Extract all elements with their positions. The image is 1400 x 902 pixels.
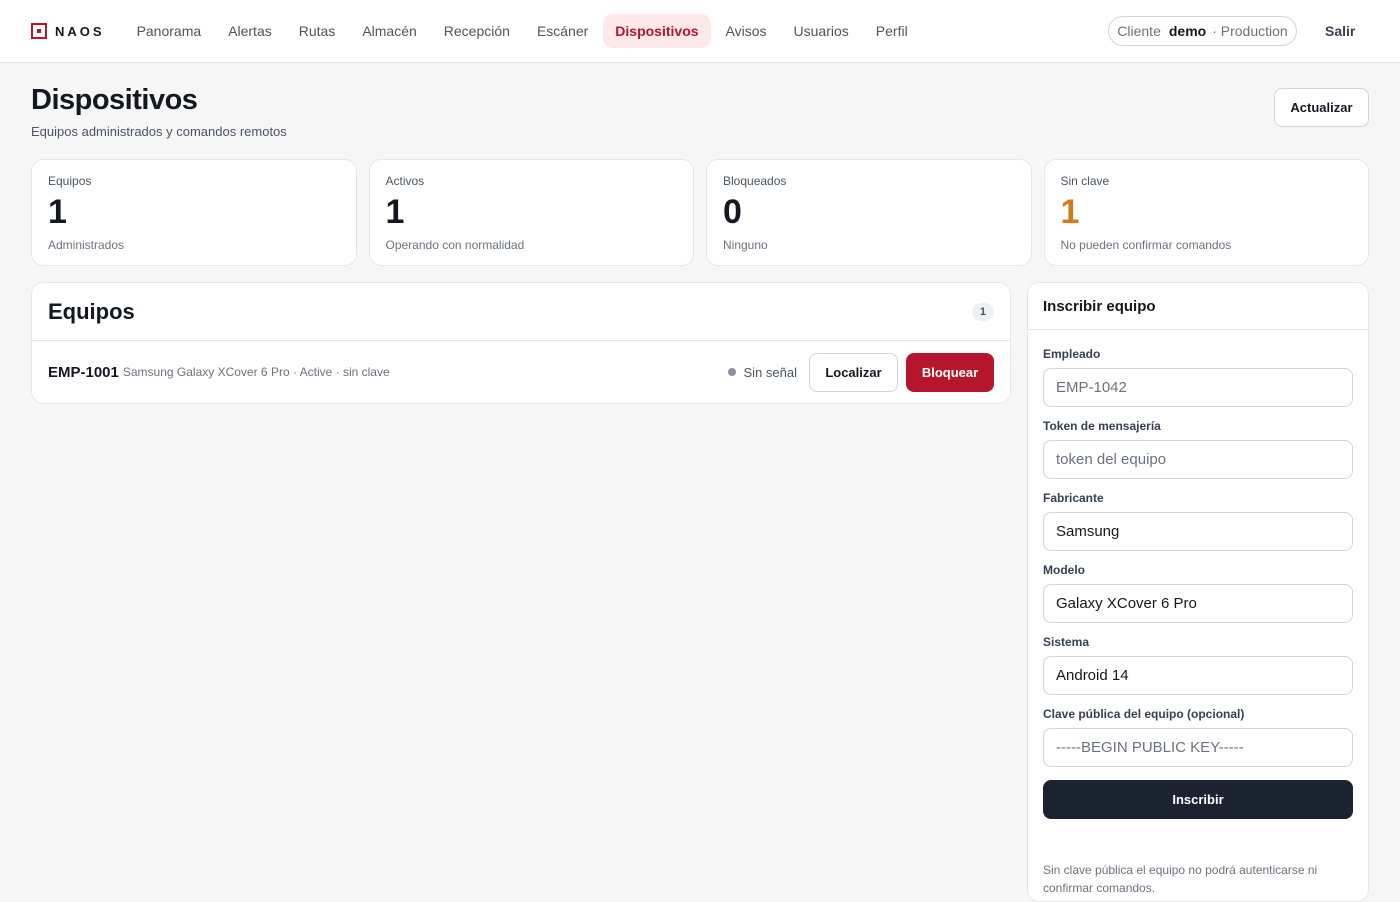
stat-card-activos: Activos 1 Operando con normalidad: [368, 159, 694, 266]
field-sistema: Sistema: [1043, 635, 1353, 695]
nav-item-usuarios[interactable]: Usuarios: [782, 14, 861, 48]
model-input[interactable]: [1043, 584, 1353, 623]
employee-input[interactable]: [1043, 368, 1353, 407]
field-public-key: Clave pública del equipo (opcional): [1043, 707, 1353, 767]
stat-caption: Operando con normalidad: [385, 238, 525, 252]
device-count-badge: 1: [971, 302, 994, 321]
stat-card-sin-clave: Sin clave 1 No pueden confirmar comandos: [1043, 159, 1369, 266]
nav-item-panorama[interactable]: Panorama: [125, 14, 214, 48]
status-dot-icon: [727, 368, 736, 376]
stat-value: 1: [1060, 193, 1080, 231]
enroll-panel: Inscribir equipo Empleado Token de mensa…: [1027, 282, 1369, 902]
stat-label: Bloqueados: [723, 174, 787, 188]
manufacturer-input[interactable]: [1043, 512, 1353, 551]
enroll-note: Sin clave pública el equipo no podrá aut…: [1043, 863, 1318, 895]
client-environment: · Production: [1212, 23, 1288, 39]
stat-card-equipos: Equipos 1 Administrados: [31, 159, 357, 266]
enroll-panel-title: Inscribir equipo: [1028, 283, 1368, 330]
devices-panel-header: Equipos 1: [32, 283, 1010, 341]
token-input[interactable]: [1043, 440, 1353, 479]
page-title: Dispositivos: [31, 84, 198, 116]
signal-status-label: Sin señal: [743, 364, 797, 380]
field-modelo: Modelo: [1043, 563, 1353, 623]
block-button[interactable]: Bloquear: [906, 352, 994, 392]
stat-caption: Ninguno: [723, 238, 768, 252]
main-nav: Panorama Alertas Rutas Almacén Recepción…: [125, 14, 920, 48]
client-selector[interactable]: Cliente demo · Production: [1108, 16, 1297, 46]
devices-panel-title: Equipos: [48, 298, 135, 324]
nav-item-recepcion[interactable]: Recepción: [432, 14, 522, 48]
locate-button[interactable]: Localizar: [809, 352, 898, 392]
brand-name: NAOS: [55, 23, 105, 39]
enroll-form: Empleado Token de mensajería Fabricante …: [1028, 330, 1368, 897]
logout-button[interactable]: Salir: [1325, 23, 1355, 39]
stat-card-bloqueados: Bloqueados 0 Ninguno: [706, 159, 1032, 266]
device-actions: Sin señal Localizar Bloquear: [727, 352, 994, 392]
naos-logo-icon: [31, 23, 47, 39]
page-header: Dispositivos Equipos administrados y com…: [31, 84, 287, 139]
nav-item-dispositivos[interactable]: Dispositivos: [603, 14, 711, 48]
stat-label: Equipos: [48, 174, 92, 188]
stat-value: 1: [385, 193, 405, 231]
field-label: Token de mensajería: [1043, 419, 1161, 433]
os-input[interactable]: [1043, 656, 1353, 695]
client-label: Cliente: [1117, 23, 1161, 39]
field-fabricante: Fabricante: [1043, 491, 1353, 551]
devices-panel: Equipos 1 EMP-1001 Samsung Galaxy XCover…: [31, 282, 1011, 404]
stat-caption: Administrados: [48, 238, 125, 252]
stat-label: Activos: [385, 174, 425, 188]
nav-item-perfil[interactable]: Perfil: [864, 14, 920, 48]
field-token: Token de mensajería: [1043, 419, 1353, 479]
field-label: Fabricante: [1043, 491, 1104, 505]
nav-item-avisos[interactable]: Avisos: [714, 14, 779, 48]
client-name: demo: [1168, 23, 1207, 39]
nav-item-rutas[interactable]: Rutas: [287, 14, 348, 48]
field-label: Sistema: [1043, 635, 1090, 649]
top-bar: NAOS Panorama Alertas Rutas Almacén Rece…: [0, 0, 1400, 63]
stat-caption: No pueden confirmar comandos: [1060, 238, 1232, 252]
device-row[interactable]: EMP-1001 Samsung Galaxy XCover 6 Pro · A…: [32, 341, 1010, 403]
field-label: Clave pública del equipo (opcional): [1043, 707, 1245, 721]
refresh-button[interactable]: Actualizar: [1274, 88, 1369, 127]
brand-logo[interactable]: NAOS: [31, 23, 105, 39]
enroll-button[interactable]: Inscribir: [1043, 780, 1353, 819]
stat-label: Sin clave: [1060, 174, 1110, 188]
nav-item-alertas[interactable]: Alertas: [216, 14, 284, 48]
nav-item-escaner[interactable]: Escáner: [525, 14, 600, 48]
stat-value: 1: [48, 193, 67, 231]
signal-status: Sin señal: [727, 364, 797, 380]
stats-row: Equipos 1 Administrados Activos 1 Operan…: [31, 159, 1369, 266]
device-employee-id: EMP-1001: [48, 363, 119, 381]
nav-item-almacen[interactable]: Almacén: [350, 14, 428, 48]
field-empleado: Empleado: [1043, 347, 1353, 407]
page-subtitle: Equipos administrados y comandos remotos: [31, 124, 287, 139]
stat-value: 0: [723, 193, 742, 231]
field-label: Empleado: [1043, 347, 1101, 361]
public-key-input[interactable]: [1043, 728, 1353, 767]
field-label: Modelo: [1043, 563, 1085, 577]
device-meta: Samsung Galaxy XCover 6 Pro · Active · s…: [122, 365, 390, 379]
